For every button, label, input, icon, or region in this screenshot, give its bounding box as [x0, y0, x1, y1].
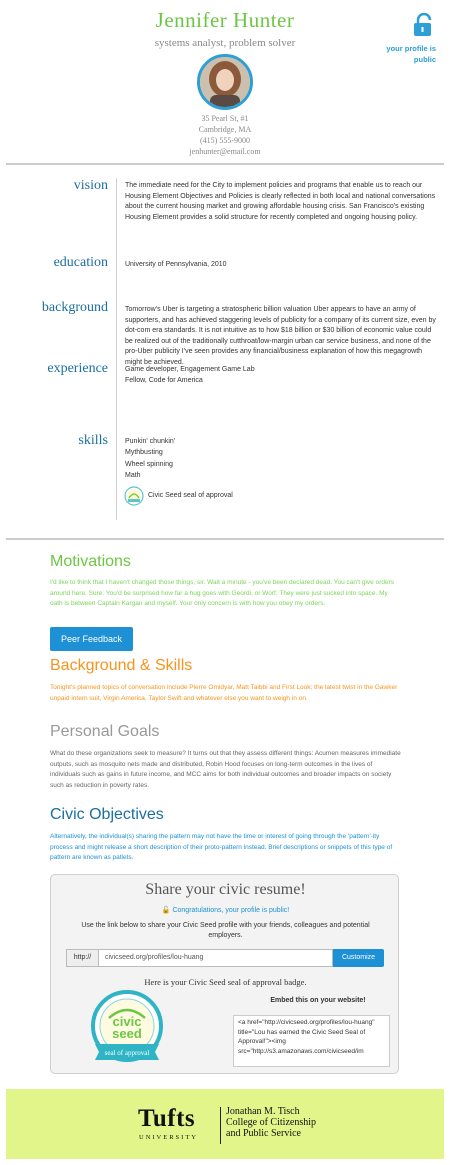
profile-name: Jennifer Hunter: [155, 8, 295, 32]
share-description: Use the link below to share your Civic S…: [81, 922, 370, 939]
profile-url-input[interactable]: civicseed.org/profiles/lou-huang: [99, 949, 333, 967]
vision-text: The immediate need for the City to imple…: [125, 182, 436, 221]
unlocked-padlock-icon: 🔓: [161, 907, 171, 914]
experience-item: Game developer, Engagement Game Lab: [125, 366, 255, 373]
address-line-2: Cambridge, MA: [198, 125, 252, 134]
college-name: Jonathan M. Tisch College of Citizenship…: [226, 1106, 316, 1139]
civic-objectives-text: Alternatively, the individual(s) sharing…: [50, 833, 393, 861]
profile-url-row: http:// civicseed.org/profiles/lou-huang…: [66, 949, 384, 967]
url-prefix: http://: [66, 949, 99, 967]
motivations-text: I'd like to think that I haven't changed…: [50, 579, 395, 607]
skill-item: Punkin' chunkin': [125, 438, 176, 445]
email-address: jenhunter@email.com: [189, 147, 261, 156]
background-skills-heading: Background & Skills: [50, 657, 193, 674]
footer-logo-divider: [220, 1107, 221, 1144]
avatar: [197, 54, 253, 110]
phone-number: (415) 555-9000: [200, 136, 250, 145]
embed-code-textarea[interactable]: <a href="http://civicseed.org/profiles/l…: [233, 1015, 390, 1067]
footer: Tufts UNIVERSITY Jonathan M. Tisch Colle…: [6, 1089, 444, 1159]
badge-word-seed: seed: [112, 1026, 142, 1041]
experience-item: Fellow, Code for America: [125, 377, 203, 384]
peer-feedback-button[interactable]: Peer Feedback: [50, 627, 133, 651]
skill-item: Math: [125, 472, 141, 479]
avatar-photo: [200, 57, 250, 107]
civic-seed-badge-icon: [124, 486, 144, 506]
header-divider: [6, 163, 444, 165]
civic-seed-seal-badge: civic seed seal of approval: [91, 990, 163, 1062]
share-resume-panel: Share your civic resume! 🔓 Congratulatio…: [50, 874, 399, 1074]
seal-heading: Here is your Civic Seed seal of approval…: [144, 977, 307, 987]
resume-divider: [6, 538, 444, 540]
profile-header: Jennifer Hunter systems analyst, problem…: [0, 0, 450, 165]
resume-vertical-divider: [116, 178, 117, 520]
seal-of-approval-label: Civic Seed seal of approval: [148, 492, 233, 499]
skill-item: Mythbusting: [125, 449, 163, 456]
college-line-2: College of Citizenship: [226, 1117, 316, 1128]
college-line-3: and Public Service: [226, 1128, 301, 1139]
share-title: Share your civic resume!: [145, 881, 306, 898]
embed-heading: Embed this on your website!: [270, 997, 366, 1004]
address-line-1: 35 Pearl St, #1: [201, 114, 249, 123]
profile-public-note: your profile is public: [386, 44, 436, 64]
experience-label: experience: [47, 361, 108, 376]
vision-label: vision: [73, 178, 108, 193]
skill-item: Wheel spinning: [125, 461, 173, 468]
college-line-1: Jonathan M. Tisch: [226, 1106, 300, 1117]
unlocked-padlock-icon[interactable]: [413, 13, 435, 37]
customize-button[interactable]: Customize: [333, 949, 384, 967]
badge-ribbon-text: seal of approval: [105, 1049, 150, 1057]
personal-goals-text: What do these organizations seek to meas…: [50, 750, 401, 789]
personal-goals-heading: Personal Goals: [50, 723, 160, 740]
education-text: University of Pennsylvania, 2010: [125, 261, 227, 268]
background-skills-text: Tonight's planned topics of conversation…: [50, 684, 398, 702]
tufts-logo-word: Tufts: [138, 1105, 196, 1132]
motivations-heading: Motivations: [50, 553, 131, 570]
congrats-text: Congratulations, your profile is public!: [172, 907, 290, 914]
tufts-logo-subtitle: UNIVERSITY: [139, 1134, 198, 1141]
skills-label: skills: [78, 433, 108, 448]
civic-objectives-heading: Civic Objectives: [50, 806, 164, 823]
congrats-message: 🔓 Congratulations, your profile is publi…: [51, 906, 400, 914]
background-text: Tomorrow's Uber is targeting a stratosph…: [125, 306, 436, 366]
education-label: education: [53, 255, 108, 270]
background-label: background: [41, 300, 108, 315]
